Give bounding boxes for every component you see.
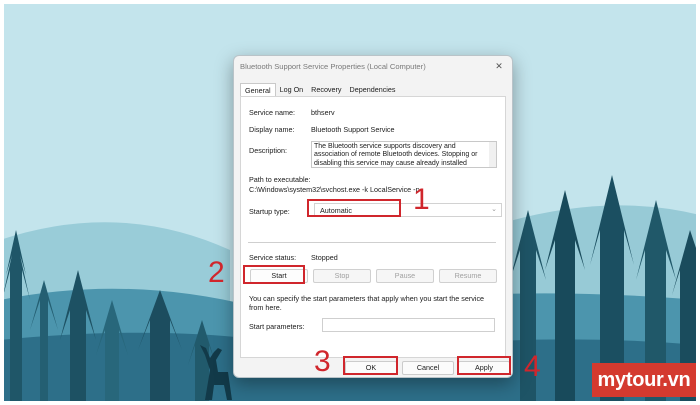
ok-button-highlight [343, 356, 398, 375]
service-name-value: bthserv [311, 108, 335, 117]
pause-button[interactable]: Pause [376, 269, 434, 283]
annotation-step-4: 4 [524, 350, 541, 383]
resume-button[interactable]: Resume [439, 269, 497, 283]
description-textbox[interactable]: The Bluetooth service supports discovery… [311, 141, 497, 168]
stop-button[interactable]: Stop [313, 269, 371, 283]
start-params-hint: You can specify the start parameters tha… [249, 294, 485, 312]
annotation-step-2: 2 [208, 256, 225, 289]
service-status-label: Service status: [249, 253, 297, 262]
start-params-input[interactable] [322, 318, 495, 332]
tab-bar: General Log On Recovery Dependencies [240, 83, 399, 97]
description-scrollbar[interactable] [489, 142, 496, 167]
dialog-title: Bluetooth Support Service Properties (Lo… [240, 62, 426, 71]
section-divider [248, 242, 496, 243]
tab-dependencies[interactable]: Dependencies [346, 83, 400, 96]
tab-general[interactable]: General [240, 83, 276, 96]
path-label: Path to executable: [249, 175, 311, 184]
startup-type-highlight [307, 199, 401, 217]
annotation-step-1: 1 [413, 183, 430, 216]
cancel-button[interactable]: Cancel [402, 361, 454, 375]
start-params-label: Start parameters: [249, 322, 305, 331]
close-button[interactable]: ✕ [492, 59, 506, 73]
tab-log-on[interactable]: Log On [276, 83, 308, 96]
chevron-down-icon: ⌄ [491, 206, 497, 213]
display-name-value: Bluetooth Support Service [311, 125, 395, 134]
description-text: The Bluetooth service supports discovery… [314, 143, 478, 167]
mytour-logo: mytour.vn [592, 363, 696, 397]
service-name-label: Service name: [249, 108, 295, 117]
start-button-highlight [243, 265, 305, 284]
annotation-step-3: 3 [314, 345, 331, 378]
apply-button-highlight [457, 356, 511, 375]
service-status-value: Stopped [311, 253, 338, 262]
title-bar[interactable]: Bluetooth Support Service Properties (Lo… [234, 56, 512, 76]
startup-type-label: Startup type: [249, 207, 290, 216]
description-label: Description: [249, 146, 287, 155]
display-name-label: Display name: [249, 125, 295, 134]
path-value: C:\Windows\system32\svchost.exe -k Local… [249, 185, 420, 194]
tab-recovery[interactable]: Recovery [307, 83, 345, 96]
